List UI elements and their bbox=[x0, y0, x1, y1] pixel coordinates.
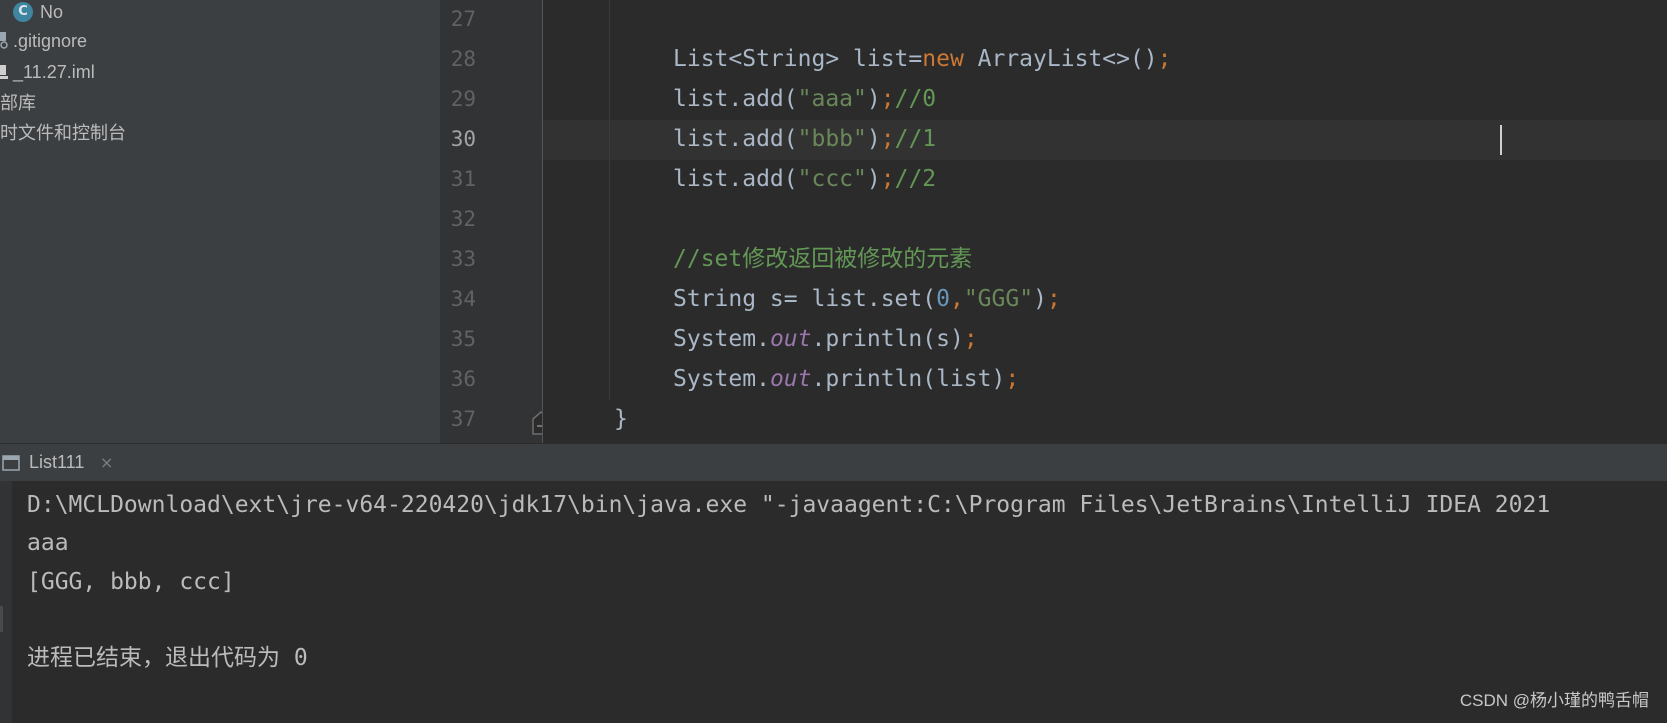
line-number: 35 bbox=[450, 327, 476, 351]
tree-item-label: 部库 bbox=[0, 93, 36, 113]
code-line: //set修改返回被修改的元素 bbox=[673, 246, 973, 272]
tree-item-external-libraries[interactable]: 部库 bbox=[0, 89, 440, 117]
text-caret bbox=[1500, 125, 1502, 155]
code-editor[interactable]: List<String> list=new ArrayList<>(); lis… bbox=[543, 0, 1667, 443]
tree-item-class[interactable]: C No bbox=[0, 0, 440, 26]
tree-item-label: No bbox=[40, 2, 64, 22]
code-line: System.out.println(list); bbox=[673, 366, 1020, 392]
console-toolbar-marker bbox=[0, 606, 3, 632]
watermark: CSDN @杨小瑾的鸭舌帽 bbox=[1459, 691, 1649, 710]
console-toolbar bbox=[0, 481, 12, 723]
line-number: 29 bbox=[450, 87, 476, 111]
line-number: 36 bbox=[450, 367, 476, 391]
line-number: 37 bbox=[450, 407, 476, 431]
tree-item-iml[interactable]: _11.27.iml bbox=[0, 58, 440, 86]
line-number: 30 bbox=[450, 127, 476, 151]
line-number: 31 bbox=[450, 167, 476, 191]
run-tab-label: List111 bbox=[29, 452, 85, 472]
line-number: 27 bbox=[450, 7, 476, 31]
line-number-gutter[interactable]: 27 28 29 30 31 32 33 34 35 36 37 bbox=[440, 0, 542, 443]
close-icon[interactable]: × bbox=[100, 444, 113, 481]
line-number: 28 bbox=[450, 47, 476, 71]
tree-item-scratches[interactable]: 时文件和控制台 bbox=[0, 119, 440, 147]
code-line: } bbox=[614, 406, 628, 432]
tree-item-label: .gitignore bbox=[13, 31, 88, 51]
tree-item-label: 时文件和控制台 bbox=[0, 123, 126, 143]
code-line: List<String> list=new ArrayList<>(); bbox=[673, 46, 1172, 72]
line-number: 34 bbox=[450, 287, 476, 311]
tree-item-label: _11.27.iml bbox=[13, 62, 95, 82]
code-line: list.add("bbb");//1 bbox=[673, 126, 937, 152]
console-line: 进程已结束，退出代码为 0 bbox=[27, 645, 308, 671]
code-line: list.add("aaa");//0 bbox=[673, 86, 937, 112]
console-line: [GGG, bbb, ccc] bbox=[27, 569, 235, 595]
run-tab-bar: List111 × bbox=[0, 443, 1667, 481]
java-class-icon: C bbox=[13, 2, 33, 22]
file-icon bbox=[0, 65, 8, 79]
indent-guide bbox=[609, 0, 610, 400]
console-icon bbox=[2, 455, 20, 471]
console-line: D:\MCLDownload\ext\jre-v64-220420\jdk17\… bbox=[27, 492, 1551, 518]
console-line: aaa bbox=[27, 530, 69, 556]
file-icon bbox=[0, 32, 8, 49]
code-line: list.add("ccc");//2 bbox=[673, 166, 937, 192]
line-number: 33 bbox=[450, 247, 476, 271]
console-output[interactable]: D:\MCLDownload\ext\jre-v64-220420\jdk17\… bbox=[0, 481, 1667, 723]
line-number: 32 bbox=[450, 207, 476, 231]
code-line: String s= list.set(0,"GGG"); bbox=[673, 286, 1061, 312]
project-tree: C No .gitignore _11.27.iml 部库 时文件和控制台 bbox=[0, 0, 440, 443]
tree-item-gitignore[interactable]: .gitignore bbox=[0, 27, 440, 55]
code-line: System.out.println(s); bbox=[673, 326, 978, 352]
